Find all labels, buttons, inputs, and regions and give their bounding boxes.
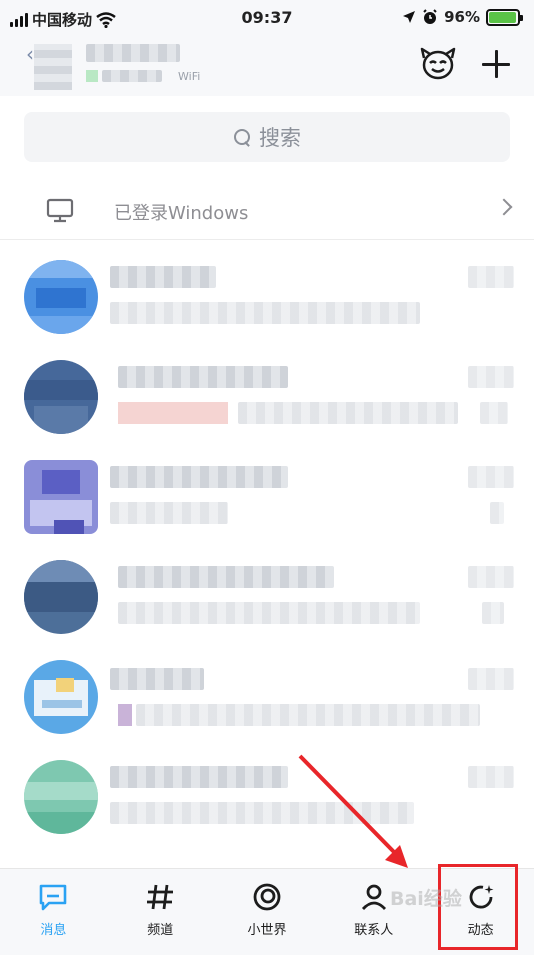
status-bar: 中国移动 09:37 96% [0, 0, 534, 36]
header: ‹ WiFi [0, 36, 534, 96]
alarm-icon [423, 9, 437, 24]
chat-title-redacted [118, 366, 288, 388]
battery-icon [486, 8, 523, 26]
status-redacted [102, 70, 162, 82]
chat-avatar [24, 660, 98, 734]
chat-mention-redacted [118, 402, 228, 424]
search-input[interactable]: 搜索 [24, 112, 510, 162]
chat-title-redacted [110, 766, 288, 788]
add-icon[interactable] [478, 46, 514, 82]
avatar[interactable] [34, 44, 72, 90]
battery-percent: 96% [444, 8, 480, 26]
chat-item[interactable] [0, 246, 534, 346]
message-icon [40, 884, 67, 911]
chat-avatar [24, 360, 98, 434]
tab-small-world[interactable]: 小世界 [214, 869, 321, 955]
chat-avatar [24, 560, 98, 634]
tab-label: 小世界 [247, 923, 287, 938]
tab-label: 频道 [147, 923, 174, 938]
online-status-icon [86, 70, 98, 82]
search-icon [233, 128, 251, 146]
chat-avatar [24, 460, 98, 534]
chat-title-redacted [110, 266, 216, 288]
chat-time-redacted [468, 668, 514, 690]
chat-preview-redacted [110, 302, 420, 324]
chat-title-redacted [110, 466, 288, 488]
badge-redacted [490, 502, 504, 524]
chat-preview-redacted [110, 502, 228, 524]
qq-mascot-icon[interactable] [420, 46, 456, 80]
chevron-left-icon[interactable]: ‹ [26, 42, 34, 66]
contacts-icon [361, 884, 386, 910]
chat-time-redacted [468, 366, 514, 388]
chat-item[interactable] [0, 746, 534, 846]
chat-time-redacted [468, 266, 514, 288]
search-placeholder: 搜索 [259, 126, 301, 150]
chat-item[interactable] [0, 346, 534, 446]
chat-avatar [24, 760, 98, 834]
status-bar-right: 96% [402, 8, 523, 26]
tab-contacts[interactable]: 联系人 [320, 869, 427, 955]
device-label: 已登录Windows [114, 203, 249, 224]
tab-label: 联系人 [354, 923, 394, 938]
location-icon [403, 11, 416, 23]
world-icon [253, 883, 281, 911]
nickname-redacted [86, 44, 180, 62]
chat-title-redacted [118, 566, 334, 588]
chat-preview-redacted [136, 704, 480, 726]
watermark: Bai经验 [390, 888, 462, 910]
chat-preview-redacted [118, 602, 420, 624]
hashtag-icon [147, 884, 174, 910]
online-status-text: WiFi [178, 70, 201, 83]
chat-time-redacted [468, 566, 514, 588]
tab-messages[interactable]: 消息 [0, 869, 107, 955]
mute-icon [482, 602, 504, 624]
tab-channels[interactable]: 频道 [107, 869, 214, 955]
chat-title-redacted [110, 668, 204, 690]
monitor-icon [46, 198, 74, 223]
chat-preview-redacted [110, 802, 414, 824]
search-area: 搜索 [0, 96, 534, 176]
chat-tag-redacted [118, 704, 132, 726]
mute-icon [480, 402, 508, 424]
chat-item[interactable] [0, 646, 534, 746]
chat-avatar [24, 260, 98, 334]
chat-item[interactable] [0, 546, 534, 646]
chevron-right-icon [495, 198, 513, 216]
tab-label: 消息 [40, 923, 67, 938]
chat-item[interactable] [0, 446, 534, 546]
chat-preview-redacted [238, 402, 458, 424]
chat-time-redacted [468, 466, 514, 488]
chat-time-redacted [468, 766, 514, 788]
logged-in-device-row[interactable]: 已登录Windows [0, 182, 534, 240]
